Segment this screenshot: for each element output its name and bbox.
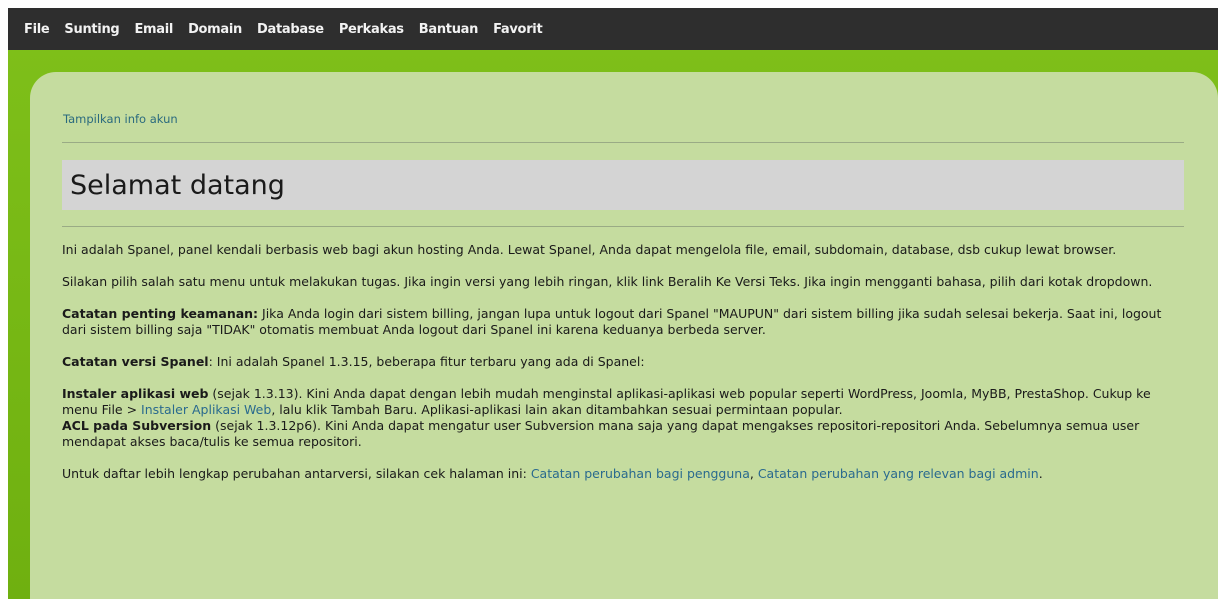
version-note-text: : Ini adalah Spanel 1.3.15, beberapa fit… [208, 354, 645, 369]
divider-top [62, 142, 1184, 143]
acl-feature-label: ACL pada Subversion [62, 418, 212, 433]
divider-bottom [62, 226, 1184, 227]
title-bar: Selamat datang [62, 160, 1184, 210]
app-frame: File Sunting Email Domain Database Perka… [8, 8, 1218, 599]
security-note-label: Catatan penting keamanan: [62, 306, 259, 321]
version-note-label: Catatan versi Spanel [62, 354, 209, 369]
security-note: Catatan penting keamanan: Jika Anda logi… [62, 306, 1186, 338]
changelog-paragraph: Untuk daftar lebih lengkap perubahan ant… [62, 466, 1186, 482]
changelog-admin-link[interactable]: Catatan perubahan yang relevan bagi admi… [758, 466, 1039, 481]
installer-feature-label: Instaler aplikasi web [62, 386, 209, 401]
installer-feature: Instaler aplikasi web (sejak 1.3.13). Ki… [62, 386, 1186, 418]
menu-sunting[interactable]: Sunting [64, 22, 119, 37]
welcome-content: Ini adalah Spanel, panel kendali berbasi… [62, 242, 1186, 498]
changelog-separator: , [749, 466, 758, 481]
menu-bar: File Sunting Email Domain Database Perka… [8, 8, 1218, 50]
menu-bantuan[interactable]: Bantuan [419, 22, 479, 37]
content-panel: Tampilkan info akun Selamat datang Ini a… [30, 72, 1218, 599]
menu-database[interactable]: Database [257, 22, 324, 37]
account-info-link[interactable]: Tampilkan info akun [63, 112, 178, 126]
intro-paragraph: Ini adalah Spanel, panel kendali berbasi… [62, 242, 1117, 257]
menu-perkakas[interactable]: Perkakas [339, 22, 404, 37]
menu-email[interactable]: Email [134, 22, 173, 37]
installer-link[interactable]: Instaler Aplikasi Web [141, 402, 271, 417]
version-note: Catatan versi Spanel: Ini adalah Spanel … [62, 354, 1186, 370]
menu-domain[interactable]: Domain [188, 22, 242, 37]
acl-feature: ACL pada Subversion (sejak 1.3.12p6). Ki… [62, 418, 1186, 450]
changelog-user-link[interactable]: Catatan perubahan bagi pengguna [531, 466, 750, 481]
installer-feature-text-end: , lalu klik Tambah Baru. Aplikasi-aplika… [271, 402, 843, 417]
changelog-end: . [1038, 466, 1043, 481]
menu-file[interactable]: File [24, 22, 50, 37]
instruction-paragraph: Silakan pilih salah satu menu untuk mela… [62, 274, 1153, 289]
changelog-text: Untuk daftar lebih lengkap perubahan ant… [62, 466, 531, 481]
menu-favorit[interactable]: Favorit [493, 22, 543, 37]
acl-feature-text: (sejak 1.3.12p6). Kini Anda dapat mengat… [62, 418, 1140, 449]
page-title: Selamat datang [70, 169, 285, 201]
